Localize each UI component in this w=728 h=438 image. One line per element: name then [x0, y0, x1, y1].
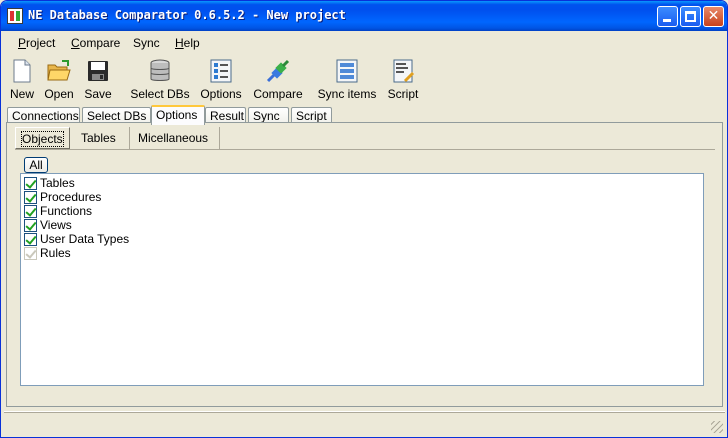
app-window: NE Database Comparator 0.6.5.2 - New pro…: [0, 0, 728, 438]
checkbox-views[interactable]: [24, 219, 37, 232]
maximize-icon: [685, 11, 696, 22]
database-icon: [150, 59, 170, 81]
close-icon: ✕: [707, 8, 720, 24]
title-bar[interactable]: NE Database Comparator 0.6.5.2 - New pro…: [1, 1, 727, 31]
menu-sync-label: Sync: [133, 36, 160, 50]
close-button[interactable]: ✕: [703, 6, 724, 27]
toolbar-new-label: New: [9, 87, 34, 101]
subtab-objects[interactable]: Objects: [15, 127, 70, 149]
tab-options[interactable]: Options: [151, 105, 205, 125]
save-disk-icon: [88, 61, 108, 81]
list-item-label: Views: [40, 218, 72, 232]
toolbar-open-button[interactable]: Open: [42, 59, 76, 101]
toolbar-select-dbs-button[interactable]: Select DBs: [129, 59, 191, 101]
menu-help[interactable]: Help: [175, 36, 200, 50]
toolbar-script-button[interactable]: Script: [385, 59, 421, 101]
menu-compare[interactable]: Compare: [71, 36, 120, 50]
app-icon[interactable]: [7, 8, 23, 24]
toolbar-save-label: Save: [84, 87, 112, 101]
toolbar-compare-label: Compare: [253, 87, 303, 101]
toolbar-new-button[interactable]: New: [8, 59, 36, 101]
menu-compare-label: ompare: [79, 36, 121, 50]
checkbox-rules: [24, 247, 37, 260]
subtab-divider: [15, 149, 715, 150]
checkbox-tables[interactable]: [24, 177, 37, 190]
objects-checklist: Tables Procedures Functions Views User D…: [20, 173, 704, 386]
options-subtabs: Objects Tables Micellaneous: [15, 127, 715, 150]
main-tabs: Connections Select DBs Options Result Sy…: [7, 105, 723, 125]
list-item-label: User Data Types: [40, 232, 130, 246]
toolbar-options-label: Options: [200, 87, 242, 101]
list-item-label: Functions: [40, 204, 93, 218]
sync-items-icon: [336, 59, 358, 83]
select-all-button[interactable]: All: [24, 157, 48, 173]
subtab-micellaneous[interactable]: Micellaneous: [132, 127, 220, 149]
toolbar: New Open Save Select DBs Options Compare…: [4, 55, 725, 103]
compare-plug-icon: [266, 59, 290, 83]
toolbar-script-label: Script: [387, 87, 419, 101]
menu-sync[interactable]: Sync: [133, 36, 160, 50]
menu-help-mnemonic: H: [175, 36, 184, 50]
toolbar-options-button[interactable]: Options: [199, 59, 243, 101]
checkbox-procedures[interactable]: [24, 191, 37, 204]
toolbar-save-button[interactable]: Save: [82, 59, 114, 101]
script-icon: [393, 59, 415, 83]
checkbox-user-data-types[interactable]: [24, 233, 37, 246]
toolbar-compare-button[interactable]: Compare: [253, 59, 303, 101]
toolbar-sync-items-label: Sync items: [317, 87, 377, 101]
status-bar: [4, 411, 725, 435]
new-file-icon: [13, 59, 31, 83]
subtab-objects-label: Objects: [21, 131, 64, 147]
toolbar-open-label: Open: [44, 87, 74, 101]
menu-bar: Project Compare Sync Help: [4, 32, 725, 53]
list-item-label: Procedures: [40, 190, 102, 204]
open-folder-icon: [47, 60, 71, 81]
toolbar-sync-items-button[interactable]: Sync items: [316, 59, 378, 101]
menu-help-label: elp: [183, 36, 200, 50]
checkbox-functions[interactable]: [24, 205, 37, 218]
options-list-icon: [210, 59, 232, 83]
list-item-label: Rules: [40, 246, 71, 260]
minimize-button[interactable]: [657, 6, 678, 27]
menu-project-mnemonic: P: [18, 36, 27, 50]
window-title: NE Database Comparator 0.6.5.2 - New pro…: [28, 8, 346, 22]
menu-compare-mnemonic: C: [71, 36, 80, 50]
minimize-icon: [663, 19, 671, 22]
subtab-tables[interactable]: Tables: [75, 127, 130, 149]
menu-project-label: roject: [26, 36, 56, 50]
maximize-button[interactable]: [680, 6, 701, 27]
toolbar-select-dbs-label: Select DBs: [130, 87, 190, 101]
list-item-label: Tables: [40, 176, 75, 190]
options-panel: Objects Tables Micellaneous All Tables P…: [6, 122, 723, 407]
resize-grip-icon[interactable]: [711, 421, 723, 433]
menu-project[interactable]: Project: [18, 36, 55, 50]
